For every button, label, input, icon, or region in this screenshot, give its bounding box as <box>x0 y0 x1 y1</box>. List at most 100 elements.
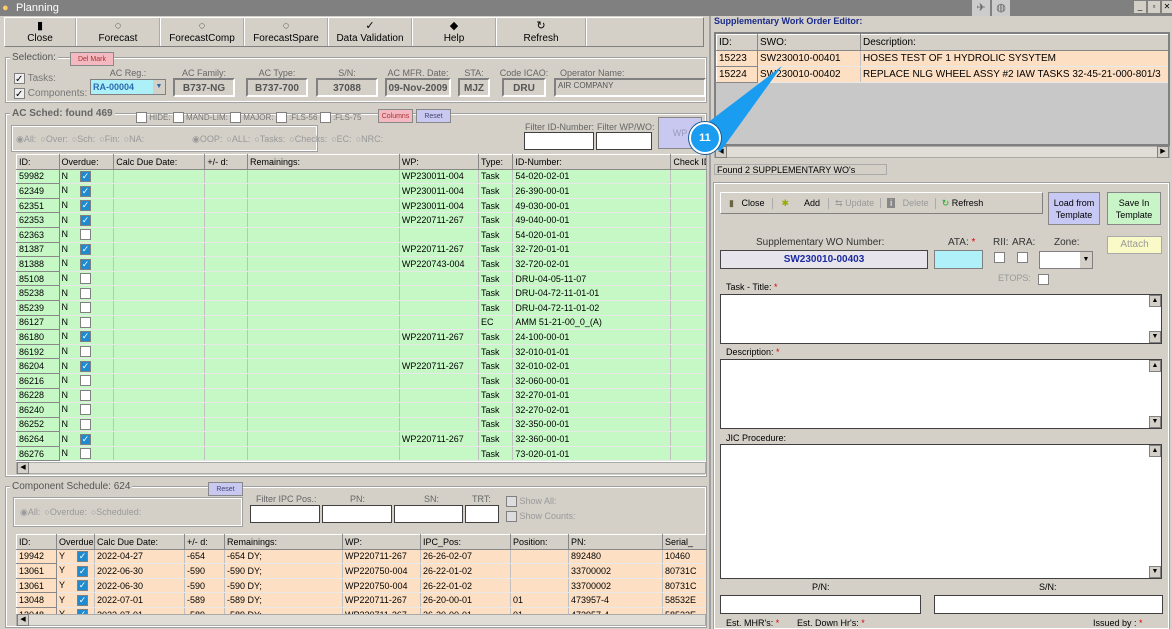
column-header[interactable]: Overdue: <box>58 154 115 170</box>
del-mark-button[interactable]: Del Mark <box>70 52 114 66</box>
toolbar-button-forecastcomp[interactable]: ◌ ForecastComp <box>161 18 245 46</box>
table-row[interactable]: 62353 N ✓ WP220711-267 Task 49-040-00-01 <box>16 212 706 228</box>
radio-fin[interactable]: ○Fin: <box>99 134 119 144</box>
overdue-checkbox[interactable] <box>80 229 92 241</box>
overdue-checkbox[interactable] <box>80 419 92 431</box>
close-button[interactable]: ▮ Close <box>721 198 772 209</box>
column-header[interactable]: +/- d: <box>204 154 248 170</box>
scroll-up-icon[interactable]: ▲ <box>1149 445 1161 457</box>
toolbar-button-help[interactable]: ◆ Help <box>413 18 497 46</box>
table-row[interactable]: 86276 N Task 73-020-01-01 <box>16 445 706 462</box>
columns-button[interactable]: Columns <box>378 109 413 123</box>
filter-id-input[interactable] <box>524 132 594 150</box>
column-header[interactable]: ID-Number: <box>512 154 672 170</box>
column-header[interactable]: Description: <box>860 34 1168 51</box>
table-row[interactable]: 19942 Y ✓ 2022-04-27 -654 -654 DY; WP220711-26… <box>16 548 706 565</box>
overdue-checkbox[interactable] <box>80 389 92 401</box>
scroll-right-icon[interactable]: ▶ <box>1157 146 1169 158</box>
task-title-textarea[interactable]: ▲ ▼ <box>720 294 1162 344</box>
overdue-checkbox[interactable] <box>80 287 92 299</box>
ata-input[interactable] <box>934 250 983 269</box>
table-row[interactable]: 81387 N ✓ WP220711-267 Task 32-720-01-01 <box>16 241 706 258</box>
radio-tasks[interactable]: ○Tasks: <box>254 134 285 144</box>
comp-reset-button[interactable]: Reset <box>208 482 243 496</box>
rii-checkbox[interactable] <box>994 252 1005 263</box>
overdue-checkbox[interactable]: ✓ <box>80 258 92 270</box>
fls75-checkbox[interactable]: :FLS-75 <box>319 112 361 123</box>
table-row[interactable]: 85108 N Task DRU-04-05-11-07 <box>16 270 706 287</box>
table-row[interactable]: 13061 Y ✓ 2022-06-30 -590 -590 DY; WP220750-00… <box>16 563 706 579</box>
table-row[interactable]: 86127 N EC AMM 51-21-00_0_(A) <box>16 314 706 331</box>
column-header[interactable]: SWO: <box>757 34 861 51</box>
column-header[interactable]: ID: <box>16 154 60 170</box>
table-row[interactable]: 62351 N ✓ WP230011-004 Task 49-030-00-01 <box>16 197 706 214</box>
column-header[interactable]: WP: <box>342 534 421 550</box>
table-row[interactable]: 86252 N Task 32-350-00-01 <box>16 416 706 433</box>
attach-button[interactable]: Attach <box>1107 236 1162 254</box>
column-header[interactable]: Remainings: <box>246 154 400 170</box>
overdue-checkbox[interactable] <box>80 302 92 314</box>
load-template-button[interactable]: Load from Template <box>1048 192 1100 225</box>
scroll-left-icon[interactable]: ◀ <box>17 614 29 626</box>
mand-lim-checkbox[interactable]: MAND-LIM: <box>172 112 228 123</box>
toolbar-button-forecast[interactable]: ◌ Forecast <box>77 18 161 46</box>
ac-sched-hscrollbar[interactable]: ◀ <box>16 462 706 474</box>
scroll-down-icon[interactable]: ▼ <box>1149 331 1161 343</box>
components-checkbox[interactable]: ✓ Components: <box>14 88 87 100</box>
scroll-down-icon[interactable]: ▼ <box>1149 416 1161 428</box>
pn-input[interactable] <box>720 595 921 614</box>
table-row[interactable]: 62349 N ✓ WP230011-004 Task 26-390-00-01 <box>16 183 706 199</box>
add-button[interactable]: ✱ Add <box>772 197 828 209</box>
overdue-checkbox[interactable]: ✓ <box>77 580 89 592</box>
column-header[interactable]: Serial_ <box>662 534 706 550</box>
table-row[interactable]: 85238 N Task DRU-04-72-11-01-01 <box>16 285 706 301</box>
show-counts-checkbox[interactable]: Show Counts: <box>506 511 576 523</box>
table-row[interactable]: 86192 N Task 32-010-01-01 <box>16 343 706 360</box>
overdue-checkbox[interactable] <box>80 448 92 460</box>
toolbar-button-data-validation[interactable]: ✓ Data Validation <box>329 18 413 46</box>
scroll-up-icon[interactable]: ▲ <box>1149 295 1161 307</box>
reset-button[interactable]: Reset <box>416 109 451 123</box>
filter-wp-input[interactable] <box>596 132 652 150</box>
table-row[interactable]: 13061 Y ✓ 2022-06-30 -590 -590 DY; WP220750-00… <box>16 577 706 594</box>
description-textarea[interactable]: ▲ ▼ <box>720 359 1162 429</box>
delete-button[interactable]: i Delete <box>880 198 935 208</box>
table-row[interactable]: 86228 N Task 32-270-01-01 <box>16 387 706 404</box>
table-row[interactable]: 86264 N ✓ WP220711-267 Task 32-360-00-01 <box>16 431 706 447</box>
overdue-checkbox[interactable]: ✓ <box>80 360 92 372</box>
column-header[interactable]: Overdue: <box>56 534 95 550</box>
radio-nrc[interactable]: ○NRC: <box>356 134 383 144</box>
column-header[interactable]: WP: <box>398 154 479 170</box>
update-button[interactable]: ⇆ Update <box>828 197 880 209</box>
chevron-down-icon[interactable]: ▼ <box>1080 252 1092 268</box>
filter-ipc-input[interactable] <box>250 505 320 523</box>
plane-icon[interactable]: ✈ <box>972 0 990 16</box>
scroll-left-icon[interactable]: ◀ <box>17 462 29 474</box>
radio-sch[interactable]: ○Sch: <box>72 134 95 144</box>
table-row[interactable]: 85239 N Task DRU-04-72-11-01-02 <box>16 299 706 316</box>
toolbar-button-close[interactable]: ▮ Close <box>5 18 77 46</box>
trt-input[interactable] <box>465 505 499 523</box>
radio-all[interactable]: ◉All: <box>16 134 36 144</box>
sn-input[interactable] <box>934 595 1163 614</box>
globe-icon[interactable]: ◍ <box>992 0 1010 16</box>
overdue-checkbox[interactable]: ✓ <box>80 331 92 343</box>
overdue-checkbox[interactable]: ✓ <box>80 214 92 226</box>
radio-all[interactable]: ○ALL: <box>226 134 250 144</box>
column-header[interactable]: PN: <box>568 534 663 550</box>
restore-button[interactable]: ▫ <box>1148 1 1160 13</box>
sn-filter-input[interactable] <box>394 505 463 523</box>
scroll-up-icon[interactable]: ▲ <box>1149 360 1161 372</box>
chevron-down-icon[interactable]: ▼ <box>153 80 165 94</box>
overdue-checkbox[interactable] <box>80 273 92 285</box>
radio-over[interactable]: ○Over: <box>40 134 67 144</box>
overdue-checkbox[interactable]: ✓ <box>80 200 92 212</box>
etops-checkbox[interactable] <box>1038 274 1049 285</box>
table-row[interactable]: 86180 N ✓ WP220711-267 Task 24-100-00-01 <box>16 329 706 345</box>
refresh-button[interactable]: ↻ Refresh <box>934 197 990 209</box>
table-row[interactable]: 13048Y✓2022-07-01-589-589 DY;WP220711-26… <box>16 592 706 608</box>
toolbar-button-forecastspare[interactable]: ◌ ForecastSpare <box>245 18 329 46</box>
radio-all[interactable]: ◉All: <box>20 507 40 517</box>
column-header[interactable]: Type: <box>477 154 514 170</box>
column-header[interactable]: Calc Due Date: <box>94 534 185 550</box>
